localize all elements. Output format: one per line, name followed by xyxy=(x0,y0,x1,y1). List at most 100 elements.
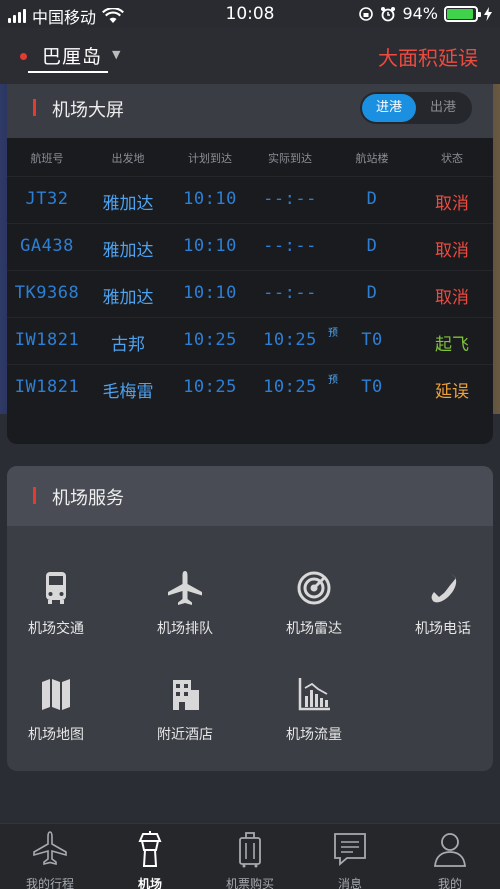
flight-row[interactable]: JT32 雅加达 10:10 --:-- D 取消 xyxy=(7,176,493,223)
service-queue[interactable]: 机场排队 xyxy=(130,568,240,638)
service-traffic[interactable]: 机场流量 xyxy=(259,674,369,744)
flight-number: GA438 xyxy=(20,236,74,256)
airplane-icon xyxy=(33,831,67,866)
airplane-icon xyxy=(168,571,202,605)
service-label: 机场电话 xyxy=(415,621,471,637)
service-hotel[interactable]: 附近酒店 xyxy=(130,674,240,744)
alarm-icon xyxy=(381,6,396,21)
bus-icon xyxy=(46,572,66,604)
estimated-badge: 预 xyxy=(328,375,338,386)
flight-number: TK9368 xyxy=(14,283,80,303)
section-marker xyxy=(33,99,36,116)
col-terminal: 航站楼 xyxy=(355,152,389,165)
services-title: 机场服务 xyxy=(52,488,124,509)
board-title: 机场大屏 xyxy=(52,100,124,121)
actual-time: --:-- xyxy=(263,189,317,209)
tab-label: 消息 xyxy=(337,877,362,889)
flight-row[interactable]: TK9368 雅加达 10:10 --:-- D 取消 xyxy=(7,270,493,317)
tab-messages[interactable]: 消息 xyxy=(300,830,400,889)
actual-time: --:-- xyxy=(263,283,317,303)
terminal: T0 xyxy=(361,330,383,350)
col-origin: 出发地 xyxy=(111,152,145,165)
tab-label: 我的行程 xyxy=(25,877,74,889)
flight-row[interactable]: IW1821 古邦 10:25 10:25 T0 起飞 预 xyxy=(7,317,493,364)
estimated-badge: 预 xyxy=(328,328,338,339)
flight-origin: 雅加达 xyxy=(102,194,154,214)
terminal: D xyxy=(366,283,378,303)
flight-origin: 雅加达 xyxy=(102,288,154,308)
actual-time: 10:25 xyxy=(263,330,317,350)
planned-time: 10:10 xyxy=(183,283,237,303)
luggage-icon xyxy=(239,832,261,868)
col-actual: 实际到达 xyxy=(268,152,312,165)
service-label: 机场排队 xyxy=(157,621,213,637)
message-icon xyxy=(334,833,366,866)
flight-origin: 雅加达 xyxy=(102,241,154,261)
location-selector[interactable]: 巴厘岛 xyxy=(28,42,109,73)
tab-label: 我的 xyxy=(437,877,462,889)
flight-row[interactable]: GA438 雅加达 10:10 --:-- D 取消 xyxy=(7,223,493,270)
service-radar[interactable]: 机场雷达 xyxy=(259,568,369,638)
tab-airport[interactable]: 机场 xyxy=(100,830,200,889)
caret-down-icon[interactable]: ▼ xyxy=(112,48,120,61)
tab-arrivals[interactable]: 进港 xyxy=(362,94,416,122)
battery-percent: 94% xyxy=(402,4,438,23)
board-column-headers: 航班号 出发地 计划到达 实际到达 航站楼 状态 xyxy=(7,138,493,176)
tab-my-trips[interactable]: 我的行程 xyxy=(0,830,100,889)
service-map[interactable]: 机场地图 xyxy=(7,674,111,744)
service-label: 机场交通 xyxy=(28,621,84,637)
service-label: 附近酒店 xyxy=(157,727,213,743)
service-label: 机场雷达 xyxy=(286,621,342,637)
actual-time: --:-- xyxy=(263,236,317,256)
flight-status: 起飞 xyxy=(435,335,469,355)
tab-profile[interactable]: 我的 xyxy=(400,830,500,889)
top-header: 巴厘岛 ▼ 大面积延误 xyxy=(0,28,500,84)
chart-icon xyxy=(298,678,330,711)
airport-board: 机场大屏 进港 出港 航班号 出发地 计划到达 实际到达 航站楼 状态 JT32… xyxy=(7,84,493,444)
flight-origin: 古邦 xyxy=(111,335,145,355)
flight-row[interactable]: IW1821 毛梅雷 10:25 10:25 T0 延误 预 xyxy=(7,364,493,411)
flight-status: 取消 xyxy=(435,288,469,308)
tab-label: 机票购买 xyxy=(225,877,274,889)
col-flight-no: 航班号 xyxy=(30,152,64,165)
flight-number: IW1821 xyxy=(14,330,80,350)
location-dot xyxy=(20,53,27,60)
flight-status: 取消 xyxy=(435,194,469,214)
tab-departures[interactable]: 出港 xyxy=(416,94,470,122)
flight-number: IW1821 xyxy=(14,377,80,397)
charging-icon xyxy=(484,6,492,21)
col-planned: 计划到达 xyxy=(188,152,232,165)
service-phone[interactable]: 机场电话 xyxy=(388,568,493,638)
col-status: 状态 xyxy=(441,152,463,165)
service-label: 机场流量 xyxy=(286,727,342,743)
terminal: T0 xyxy=(361,377,383,397)
terminal: D xyxy=(366,189,378,209)
tab-buy-tickets[interactable]: 机票购买 xyxy=(200,830,300,889)
service-label: 机场地图 xyxy=(28,727,84,743)
board-header: 机场大屏 进港 出港 xyxy=(7,84,493,138)
status-bar: 中国移动 10:08 94% xyxy=(0,0,500,28)
battery-icon xyxy=(444,5,481,22)
flight-number: JT32 xyxy=(25,189,69,209)
section-marker xyxy=(33,487,36,504)
planned-time: 10:10 xyxy=(183,189,237,209)
map-icon xyxy=(42,679,70,710)
phone-icon xyxy=(431,573,457,603)
bottom-tab-bar: 我的行程 机场 机票购买 消息 我的 xyxy=(0,823,500,889)
airport-services: 机场服务 机场交通 机场排队 机场雷达 机场电话 机场地图 附近酒店 机场流量 xyxy=(7,466,493,771)
hotel-icon xyxy=(173,680,199,710)
flight-origin: 毛梅雷 xyxy=(102,382,154,402)
mass-delay-link[interactable]: 大面积延误 xyxy=(378,42,478,71)
planned-time: 10:25 xyxy=(183,377,237,397)
services-header: 机场服务 xyxy=(7,466,493,526)
tower-icon xyxy=(138,831,162,867)
rotation-lock-icon xyxy=(359,6,374,21)
planned-time: 10:10 xyxy=(183,236,237,256)
flight-status: 延误 xyxy=(435,382,469,402)
user-icon xyxy=(434,833,466,867)
service-transport[interactable]: 机场交通 xyxy=(7,568,111,638)
terminal: D xyxy=(366,236,378,256)
tab-label: 机场 xyxy=(137,877,162,889)
flight-status: 取消 xyxy=(435,241,469,261)
arrive-depart-toggle: 进港 出港 xyxy=(360,92,472,124)
